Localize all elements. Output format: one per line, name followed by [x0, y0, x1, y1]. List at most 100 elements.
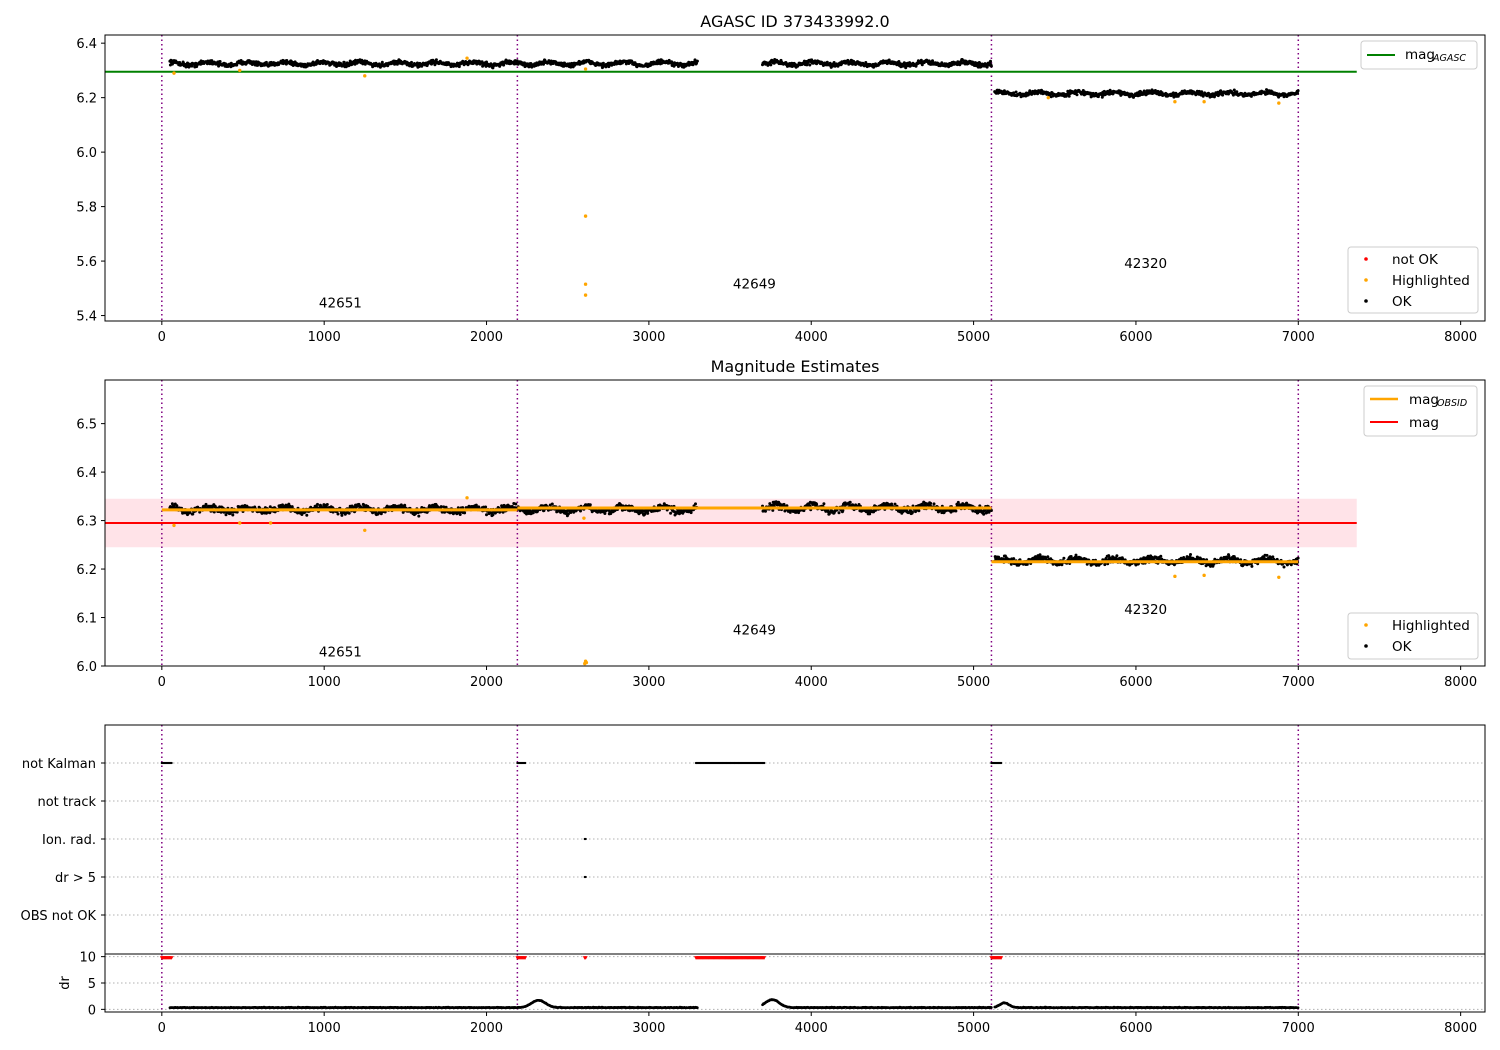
observation-label: 42649	[733, 276, 776, 292]
ok-point	[669, 511, 673, 515]
ok-point	[1075, 93, 1079, 97]
y-tick-label: 6.0	[76, 660, 97, 675]
flag-point	[584, 837, 587, 841]
ok-point	[603, 512, 607, 515]
x-tick-label: 2000	[470, 330, 503, 345]
highlighted-point	[363, 74, 367, 78]
x-tick-label: 2000	[470, 675, 503, 690]
x-tick-label: 4000	[795, 330, 828, 345]
ok-point	[347, 511, 351, 515]
ok-point	[588, 503, 592, 507]
legend-label-subscript: OBSID	[1437, 398, 1467, 409]
ok-point	[1012, 557, 1016, 561]
observation-label: 42320	[1124, 256, 1167, 272]
legend-magnitude-points: Highlighted OK	[1347, 612, 1479, 660]
legend-magnitude-lines: mag OBSID mag	[1363, 385, 1478, 437]
ok-point	[929, 501, 933, 505]
x-tick-label: 0	[158, 330, 166, 345]
ok-point	[458, 513, 462, 516]
flag-point	[584, 875, 587, 879]
ok-point	[463, 511, 467, 515]
x-tick-label: 1000	[308, 675, 341, 690]
highlighted-point	[1046, 95, 1050, 100]
highlighted-point	[583, 282, 588, 286]
y-tick-label: 6.1	[76, 612, 97, 627]
figure: AGASC ID 373433992.0 426514264942320 0 10…	[0, 0, 1500, 1050]
highlighted-point	[238, 521, 242, 525]
highlighted-point	[584, 660, 589, 665]
x-tick-label: 6000	[1119, 330, 1152, 345]
y-tick-label: 6.4	[76, 466, 97, 481]
highlighted-point	[1277, 575, 1281, 579]
ok-point	[954, 509, 958, 513]
highlighted-point	[1277, 101, 1281, 105]
observation-label: 42649	[733, 622, 776, 638]
x-tick-label: 3000	[632, 330, 665, 345]
legend-agasc-line: mag AGASC	[1360, 40, 1478, 70]
legend-label-subscript: AGASC	[1432, 53, 1466, 64]
highlighted-point	[583, 293, 588, 297]
legend-label: not OK	[1392, 252, 1439, 268]
flag-category-label: Ion. rad.	[42, 833, 96, 848]
ok-point	[231, 513, 235, 517]
ok-point	[218, 60, 222, 63]
ok-point	[305, 513, 309, 517]
highlighted-point	[268, 521, 273, 525]
y-tick-label: 5.4	[76, 310, 97, 325]
ok-point	[1014, 90, 1018, 94]
observation-label: 42651	[319, 644, 362, 660]
observation-label: 42651	[319, 295, 362, 311]
ok-point	[911, 510, 914, 514]
flag-point	[524, 761, 527, 765]
ok-point	[434, 58, 438, 62]
ok-point	[694, 502, 697, 506]
x-tick-label: 4000	[795, 675, 828, 690]
y-tick-label: 6.2	[76, 563, 97, 578]
y-tick-label: 6.3	[76, 515, 97, 530]
x-tick-label: 8000	[1444, 330, 1477, 345]
x-tick-label: 6000	[1119, 675, 1152, 690]
ok-point	[316, 502, 319, 506]
ok-point	[1265, 553, 1269, 557]
y-tick-label: 6.0	[76, 146, 97, 161]
ok-point	[764, 509, 767, 513]
flag-point	[763, 761, 766, 765]
ok-point	[822, 502, 826, 506]
highlighted-point	[583, 67, 588, 71]
ok-point	[1250, 564, 1254, 568]
flag-point	[170, 761, 173, 765]
legend-dot-swatch	[1364, 623, 1368, 627]
ok-point	[1282, 565, 1286, 569]
panel-magnitude-title: Magnitude Estimates	[711, 357, 880, 376]
ok-point	[417, 514, 421, 518]
x-tick-label: 1000	[308, 330, 341, 345]
highlighted-point	[465, 56, 469, 60]
x-tick-label: 8000	[1444, 675, 1477, 690]
x-tick-label: 5000	[957, 675, 990, 690]
legend-label: OK	[1392, 639, 1413, 655]
highlighted-point	[1173, 100, 1177, 104]
ok-point	[1103, 563, 1107, 567]
ok-point	[837, 511, 841, 515]
ok-point	[1296, 91, 1300, 95]
y-tick-label: 5.8	[76, 201, 97, 216]
highlighted-point	[363, 528, 367, 532]
ok-point	[932, 502, 936, 506]
ok-point	[550, 502, 554, 506]
ok-point	[1296, 89, 1300, 93]
ok-point	[1189, 553, 1192, 556]
ok-point	[1296, 556, 1300, 560]
x-tick-label: 3000	[632, 675, 665, 690]
highlighted-point	[583, 214, 588, 218]
highlighted-point	[172, 523, 176, 528]
flag-point	[1000, 761, 1003, 765]
ok-point	[1067, 94, 1071, 98]
ok-point	[579, 509, 582, 513]
ok-point	[695, 59, 699, 63]
ok-point	[989, 64, 993, 68]
legend-dot-swatch	[1364, 299, 1368, 303]
ok-point	[410, 60, 413, 64]
x-tick-label: 0	[158, 675, 166, 690]
flag-category-label: not track	[37, 795, 96, 810]
highlighted-point	[238, 68, 242, 73]
